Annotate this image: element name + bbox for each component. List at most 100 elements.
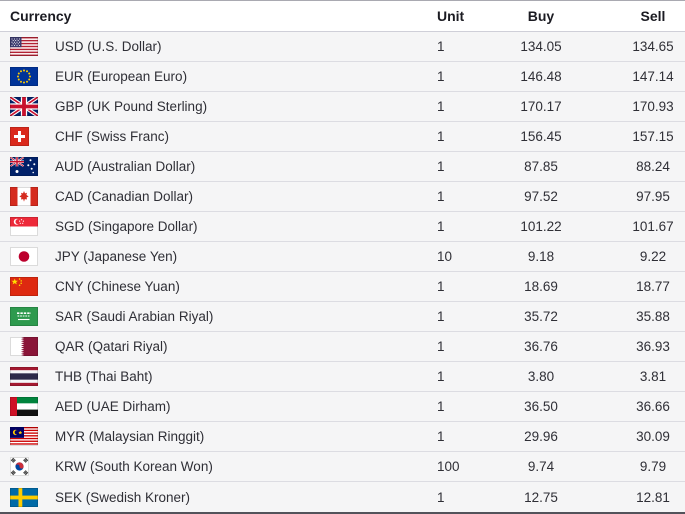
currency-cell: USD (U.S. Dollar) <box>0 32 427 61</box>
sell-value: 101.67 <box>632 219 674 234</box>
header-sell: Sell <box>640 8 666 24</box>
currency-cell: SEK (Swedish Kroner) <box>0 482 427 512</box>
buy-value: 9.74 <box>527 459 555 474</box>
sell-value: 35.88 <box>636 309 670 324</box>
table-row-qar: QAR (Qatari Riyal) 1 36.76 36.93 <box>0 332 685 362</box>
buy-value: 3.80 <box>527 369 555 384</box>
currency-cell: CAD (Canadian Dollar) <box>0 182 427 211</box>
sell-value: 147.14 <box>632 69 674 84</box>
unit-value: 1 <box>437 189 445 204</box>
buy-value: 156.45 <box>520 129 562 144</box>
unit-value: 1 <box>437 99 445 114</box>
unit-value: 1 <box>437 489 445 505</box>
sell-value: 36.66 <box>636 399 670 414</box>
table-row-aed: AED (UAE Dirham) 1 36.50 36.66 <box>0 392 685 422</box>
buy-value: 18.69 <box>524 279 558 294</box>
unit-value: 1 <box>437 279 445 294</box>
buy-value: 97.52 <box>524 189 558 204</box>
currency-label: THB (Thai Baht) <box>55 369 153 384</box>
buy-value: 29.96 <box>524 429 558 444</box>
table-header: Currency Unit Buy Sell <box>0 1 685 32</box>
unit-value: 1 <box>437 309 445 324</box>
currency-cell: KRW (South Korean Won) <box>0 452 427 481</box>
currency-label: AUD (Australian Dollar) <box>55 159 196 174</box>
buy-value: 35.72 <box>524 309 558 324</box>
sell-value: 18.77 <box>636 279 670 294</box>
buy-value: 9.18 <box>527 249 555 264</box>
currency-rates-table: Currency Unit Buy Sell USD (U.S. Dollar)… <box>0 0 685 514</box>
sell-value: 30.09 <box>636 429 670 444</box>
buy-value: 36.76 <box>524 339 558 354</box>
header-buy: Buy <box>527 8 555 24</box>
us-flag-icon <box>10 37 38 56</box>
currency-label: USD (U.S. Dollar) <box>55 39 162 54</box>
currency-cell: THB (Thai Baht) <box>0 362 427 391</box>
currency-cell: JPY (Japanese Yen) <box>0 242 427 271</box>
unit-value: 10 <box>437 249 453 264</box>
unit-value: 1 <box>437 39 445 54</box>
currency-cell: AUD (Australian Dollar) <box>0 152 427 181</box>
table-row-sgd: SGD (Singapore Dollar) 1 101.22 101.67 <box>0 212 685 242</box>
south-korea-flag-icon <box>10 457 38 476</box>
currency-cell: SAR (Saudi Arabian Riyal) <box>0 302 427 331</box>
table-row-aud: AUD (Australian Dollar) 1 87.85 88.24 <box>0 152 685 182</box>
unit-value: 1 <box>437 339 445 354</box>
japan-flag-icon <box>10 247 38 266</box>
unit-value: 1 <box>437 369 445 384</box>
buy-value: 146.48 <box>520 69 562 84</box>
malaysia-flag-icon <box>10 427 38 446</box>
table-row-cny: CNY (Chinese Yuan) 1 18.69 18.77 <box>0 272 685 302</box>
sell-value: 9.22 <box>639 249 667 264</box>
sell-value: 170.93 <box>632 99 674 114</box>
singapore-flag-icon <box>10 217 38 236</box>
table-row-eur: EUR (European Euro) 1 146.48 147.14 <box>0 62 685 92</box>
canada-flag-icon <box>10 187 38 206</box>
sell-value: 9.79 <box>639 459 667 474</box>
currency-cell: CNY (Chinese Yuan) <box>0 272 427 301</box>
sell-value: 157.15 <box>632 129 674 144</box>
china-flag-icon <box>10 277 38 296</box>
switzerland-flag-icon <box>10 127 38 146</box>
table-row-krw: KRW (South Korean Won) 100 9.74 9.79 <box>0 452 685 482</box>
unit-value: 1 <box>437 219 445 234</box>
currency-label: JPY (Japanese Yen) <box>55 249 178 264</box>
currency-cell: GBP (UK Pound Sterling) <box>0 92 427 121</box>
currency-cell: EUR (European Euro) <box>0 62 427 91</box>
sell-value: 12.81 <box>636 489 670 505</box>
buy-value: 12.75 <box>524 489 558 505</box>
buy-value: 170.17 <box>520 99 562 114</box>
table-row-sek: SEK (Swedish Kroner) 1 12.75 12.81 <box>0 482 685 512</box>
currency-label: QAR (Qatari Riyal) <box>55 339 168 354</box>
buy-value: 36.50 <box>524 399 558 414</box>
unit-value: 1 <box>437 429 445 444</box>
uae-flag-icon <box>10 397 38 416</box>
table-row-gbp: GBP (UK Pound Sterling) 1 170.17 170.93 <box>0 92 685 122</box>
table-row-sar: SAR (Saudi Arabian Riyal) 1 35.72 35.88 <box>0 302 685 332</box>
buy-value: 101.22 <box>520 219 562 234</box>
currency-label: SAR (Saudi Arabian Riyal) <box>55 309 214 324</box>
header-unit: Unit <box>437 8 465 24</box>
currency-cell: QAR (Qatari Riyal) <box>0 332 427 361</box>
header-currency: Currency <box>10 8 72 24</box>
table-row-chf: CHF (Swiss Franc) 1 156.45 157.15 <box>0 122 685 152</box>
unit-value: 1 <box>437 399 445 414</box>
currency-label: AED (UAE Dirham) <box>55 399 171 414</box>
australia-flag-icon <box>10 157 38 176</box>
table-row-usd: USD (U.S. Dollar) 1 134.05 134.65 <box>0 32 685 62</box>
buy-value: 134.05 <box>520 39 562 54</box>
currency-cell: AED (UAE Dirham) <box>0 392 427 421</box>
thailand-flag-icon <box>10 367 38 386</box>
currency-cell: MYR (Malaysian Ringgit) <box>0 422 427 451</box>
currency-label: SGD (Singapore Dollar) <box>55 219 198 234</box>
currency-cell: CHF (Swiss Franc) <box>0 122 427 151</box>
table-row-thb: THB (Thai Baht) 1 3.80 3.81 <box>0 362 685 392</box>
qatar-flag-icon <box>10 337 38 356</box>
sell-value: 88.24 <box>636 159 670 174</box>
currency-label: GBP (UK Pound Sterling) <box>55 99 208 114</box>
saudi-arabia-flag-icon <box>10 307 38 326</box>
sell-value: 97.95 <box>636 189 670 204</box>
sell-value: 36.93 <box>636 339 670 354</box>
currency-label: CHF (Swiss Franc) <box>55 129 169 144</box>
table-row-jpy: JPY (Japanese Yen) 10 9.18 9.22 <box>0 242 685 272</box>
currency-cell: SGD (Singapore Dollar) <box>0 212 427 241</box>
